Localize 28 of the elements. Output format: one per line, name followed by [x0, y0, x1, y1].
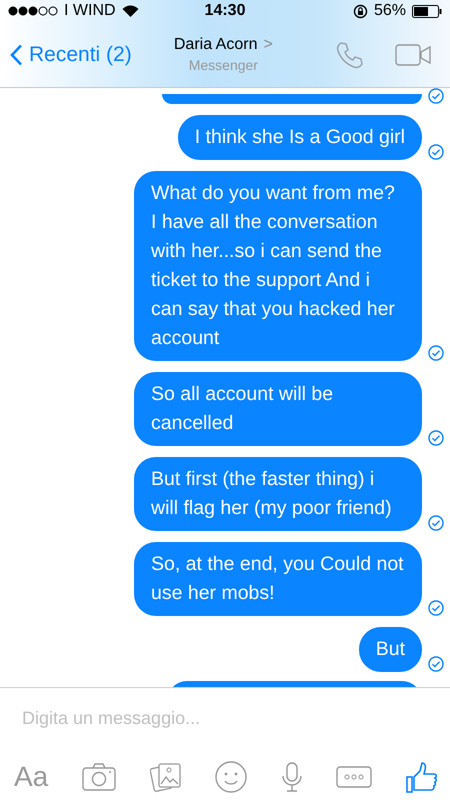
- message-bubble: But first (the faster thing) i will flag her (my poor friend): [134, 457, 422, 531]
- clock-time: 14:30: [204, 2, 246, 19]
- signal-icon: [8, 6, 58, 16]
- battery-percent: 56%: [374, 2, 406, 20]
- contact-name[interactable]: Daria Acorn: [174, 36, 258, 54]
- gallery-icon[interactable]: [150, 762, 182, 792]
- chevron-text[interactable]: >: [263, 36, 273, 54]
- video-camera-icon[interactable]: [395, 42, 432, 66]
- battery-icon: [412, 4, 442, 18]
- message-input[interactable]: Digita un messaggio...: [22, 708, 402, 729]
- message-bubble: But: [358, 627, 422, 672]
- microphone-icon[interactable]: [280, 762, 303, 792]
- message-bubble: So all account will be cancelled: [134, 372, 422, 446]
- smiley-icon[interactable]: [215, 761, 248, 793]
- message-bubble: I think she Is a Good girl: [178, 115, 422, 160]
- back-button[interactable]: Recenti (2): [10, 42, 132, 66]
- like-icon[interactable]: [406, 761, 438, 793]
- back-chevron-icon[interactable]: [10, 44, 23, 66]
- contact-subtitle: Messenger: [188, 57, 258, 73]
- phone-icon[interactable]: [335, 40, 365, 70]
- message-bubble: So, at the end, you Could not use her mobs!: [134, 542, 422, 616]
- carrier-name: I WIND: [64, 2, 116, 20]
- text-format-button[interactable]: Aa: [14, 761, 48, 793]
- wifi-icon: [122, 5, 139, 17]
- message-bubble: What do you want from me? I have all the conversation with her...so i can send the ticket to the support And i can say that you hacked her account: [134, 171, 422, 361]
- camera-icon[interactable]: [82, 763, 116, 791]
- more-icon[interactable]: [336, 764, 372, 790]
- rotation-lock-icon: [352, 4, 368, 18]
